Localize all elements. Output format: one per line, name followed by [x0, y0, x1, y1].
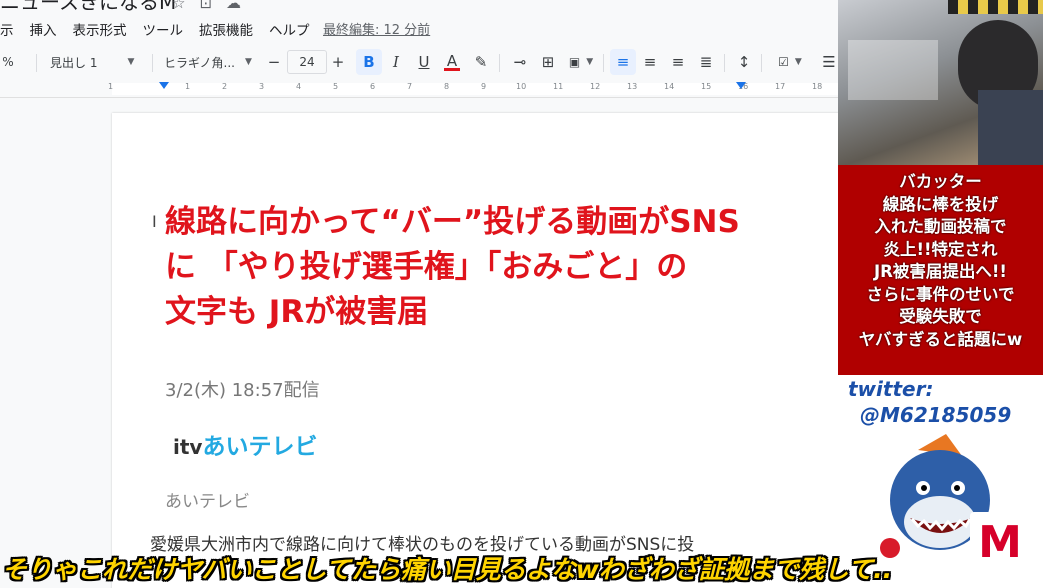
cloud-status-icon[interactable]: ☁: [226, 0, 241, 12]
zoom-select[interactable]: %: [0, 46, 18, 78]
document-page[interactable]: [112, 113, 838, 588]
caption-line: さらに事件のせいで: [866, 284, 1015, 304]
caption-line: 受験失敗で: [899, 307, 982, 326]
twitter-id: @M62185059: [860, 403, 1012, 427]
highlight-pen-icon[interactable]: ✎: [468, 46, 494, 78]
ruler-mark: 3: [259, 82, 265, 91]
twitter-label: twitter:: [848, 377, 934, 401]
increase-font-size-button[interactable]: +: [325, 46, 351, 78]
add-comment-icon[interactable]: ⊞: [535, 46, 561, 78]
menu-item-insert[interactable]: 挿入: [30, 19, 57, 39]
ruler-mark: 1: [185, 82, 191, 91]
menu-item-view[interactable]: 示: [0, 19, 14, 39]
last-edit-link[interactable]: 最終編集: 12 分前: [323, 19, 430, 38]
headline-line: 文字も JRが被害届: [165, 294, 429, 330]
font-family-label: ヒラギノ角...: [164, 55, 235, 70]
ruler-mark: 17: [775, 82, 786, 91]
toolbar-divider: [724, 54, 725, 72]
menu-item-format[interactable]: 表示形式: [73, 19, 127, 39]
text-color-button[interactable]: A: [439, 46, 465, 78]
headline-line: に 「やり投げ選手権」「おみごと」の: [165, 249, 688, 285]
toolbar-divider: [603, 54, 604, 72]
headline-line: 線路に向かって“バー”投げる動画がSNS: [165, 204, 740, 240]
chevron-down-icon: ▼: [586, 57, 594, 67]
ruler-mark: 10: [516, 82, 527, 91]
toolbar-divider: [499, 54, 500, 72]
italic-button[interactable]: I: [383, 46, 409, 78]
caption-line: 入れた動画投稿で: [874, 217, 1007, 236]
align-left-icon[interactable]: ≡: [610, 49, 636, 75]
star-icon[interactable]: ☆: [172, 0, 185, 12]
ruler-mark: 1: [108, 82, 114, 91]
bulleted-list-icon[interactable]: ☰: [816, 46, 838, 78]
chevron-down-icon: ▼: [794, 57, 802, 67]
caption-line: 炎上!!特定され: [883, 239, 998, 259]
menu-item-tools[interactable]: ツール: [143, 19, 184, 39]
docs-window: ニュースきになるM ☆ ⊡ ☁ 示 挿入 表示形式 ツール 拡張機能 ヘルプ 最…: [0, 0, 838, 588]
toolbar-divider: [152, 54, 153, 72]
toolbar-divider: [36, 54, 37, 72]
font-size-input[interactable]: 24: [287, 50, 327, 74]
decrease-font-size-button[interactable]: −: [261, 46, 287, 78]
chevron-down-icon: ▼: [244, 57, 252, 67]
broadcaster-logo: itvあいテレビ: [173, 427, 317, 461]
font-family-select[interactable]: ヒラギノ角... ▼: [164, 46, 256, 78]
caption-line: 線路に棒を投げ: [882, 194, 999, 214]
toolbar: % 見出し 1 ▼ ヒラギノ角... ▼ − 24 + B I U A ✎ ⊸ …: [0, 46, 838, 78]
align-right-icon[interactable]: ≡: [665, 46, 691, 78]
ruler-mark: 9: [481, 82, 487, 91]
caption-line: バカッター: [899, 172, 982, 191]
menu-list: 示 挿入 表示形式 ツール 拡張機能 ヘルプ: [0, 19, 326, 39]
paragraph-style-label: 見出し 1: [50, 55, 98, 70]
toolbar-divider: [761, 54, 762, 72]
right-indent-marker[interactable]: [736, 82, 746, 89]
video-subtitle: そりゃこれだけヤバいことしてたら痛い目見るよなwわざわざ証拠まで残して..: [2, 555, 893, 584]
publish-date: 3/2(木) 18:57配信: [165, 380, 320, 401]
link-icon[interactable]: ⊸: [507, 46, 533, 78]
align-center-icon[interactable]: ≡: [637, 46, 663, 78]
image-icon: ▣: [568, 55, 581, 69]
document-title[interactable]: ニュースきになるM: [0, 0, 176, 15]
paragraph-style-select[interactable]: 見出し 1 ▼: [50, 46, 144, 78]
ruler[interactable]: 1 1 2 3 4 5 6 7 8 9 10 11 12 13 14 15 16…: [0, 80, 838, 98]
blurred-photo: [838, 0, 1043, 165]
checklist-icon: ☑: [778, 55, 789, 69]
caption-line: ヤバすぎると話題にw: [858, 329, 1023, 349]
ruler-mark: 2: [222, 82, 228, 91]
ruler-mark: 4: [296, 82, 302, 91]
video-overlay-panel: バカッター 線路に棒を投げ 入れた動画投稿で 炎上!!特定され JR被害届提出へ…: [838, 0, 1043, 588]
align-justify-icon[interactable]: ≣: [693, 46, 719, 78]
ruler-mark: 11: [553, 82, 564, 91]
logo-itv: itv: [173, 435, 203, 459]
checklist-button[interactable]: ☑ ▼: [768, 46, 812, 78]
ruler-mark: 12: [590, 82, 601, 91]
ruler-mark: 13: [627, 82, 638, 91]
logo-ai-tv: あいテレビ: [202, 434, 318, 460]
menu-item-help[interactable]: ヘルプ: [269, 19, 310, 39]
ruler-mark: 7: [407, 82, 413, 91]
article-source: あいテレビ: [165, 492, 250, 512]
caption-box: バカッター 線路に棒を投げ 入れた動画投稿で 炎上!!特定され JR被害届提出へ…: [838, 165, 1043, 375]
ruler-mark: 15: [701, 82, 712, 91]
chevron-down-icon: ▼: [127, 57, 135, 67]
line-spacing-icon[interactable]: ↕: [731, 46, 757, 78]
ruler-mark: 6: [370, 82, 376, 91]
menubar: ニュースきになるM ☆ ⊡ ☁ 示 挿入 表示形式 ツール 拡張機能 ヘルプ 最…: [0, 0, 838, 40]
caption-line: JR被害届提出へ!!: [874, 262, 1007, 281]
insert-image-button[interactable]: ▣ ▼: [563, 46, 599, 78]
article-headline[interactable]: 線路に向かって“バー”投げる動画がSNS に 「やり投げ選手権」「おみごと」の …: [165, 200, 765, 335]
left-indent-marker[interactable]: [159, 82, 169, 89]
ruler-mark: 14: [664, 82, 675, 91]
ruler-mark: 8: [444, 82, 450, 91]
bold-button[interactable]: B: [356, 49, 382, 75]
twitter-handle: twitter: @M62185059: [848, 376, 1011, 428]
underline-button[interactable]: U: [411, 46, 437, 78]
move-folder-icon[interactable]: ⊡: [199, 0, 212, 12]
text-cursor-icon: I: [152, 212, 157, 231]
ruler-mark: 5: [333, 82, 339, 91]
menu-item-extensions[interactable]: 拡張機能: [199, 19, 253, 39]
ruler-mark: 18: [812, 82, 823, 91]
text-color-swatch: [444, 67, 460, 71]
